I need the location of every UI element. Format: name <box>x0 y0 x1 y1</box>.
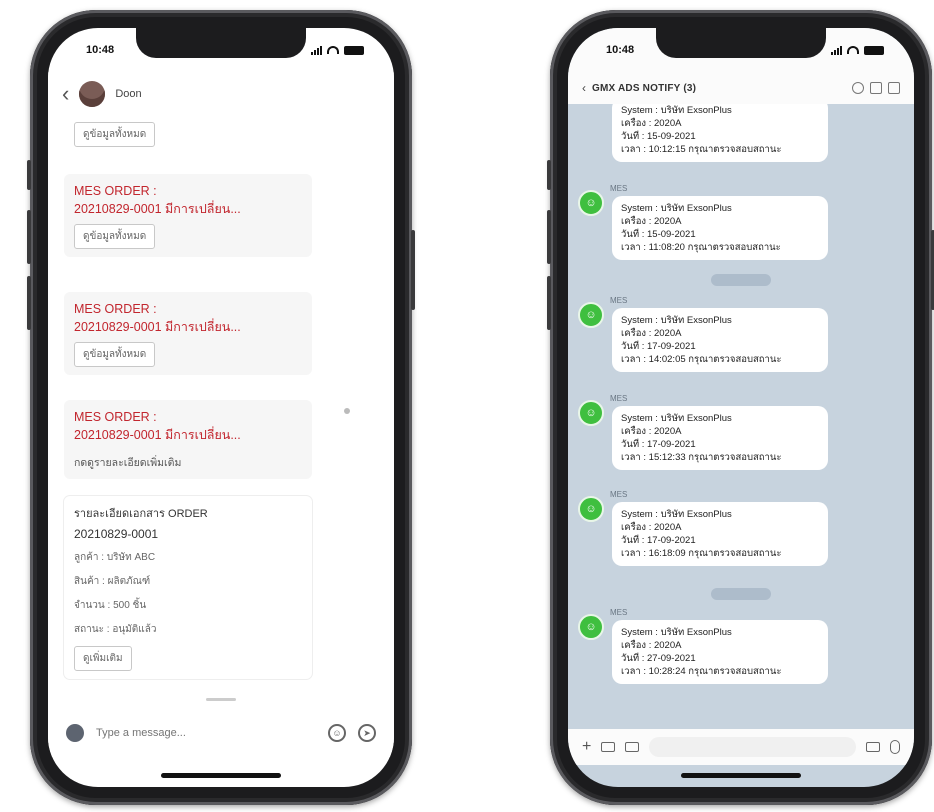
message-bubble: MES ORDER : 20210829-0001 มีการเปลี่ยน..… <box>64 174 312 257</box>
contact-name: Doon <box>115 88 142 100</box>
avatar[interactable] <box>79 81 106 107</box>
order-title: MES ORDER : <box>74 302 157 316</box>
order-detail: 20210829-0001 มีการเปลี่ยน... <box>74 202 241 216</box>
message-bubble: System : บริษัท ExsonPlus เครื่อง : 2020… <box>612 406 828 470</box>
notch <box>136 28 306 58</box>
see-more-button[interactable]: ดูเพิ่มเติม <box>74 646 132 671</box>
order-title: MES ORDER : <box>74 410 157 424</box>
home-indicator[interactable] <box>681 773 801 778</box>
avatar[interactable]: ☺ <box>578 190 604 216</box>
card-number: 20210829-0001 <box>74 527 159 541</box>
message-bubble: System : บริษัท ExsonPlus เครื่อง : 2020… <box>612 104 828 162</box>
see-more-text[interactable]: กดดูรายละเอียดเพิ่มเติม <box>74 454 302 471</box>
scroll-handle <box>206 698 236 701</box>
chat-list[interactable]: System : บริษัท ExsonPlus เครื่อง : 2020… <box>568 104 914 729</box>
notch <box>656 28 826 58</box>
sender-name: MES <box>610 394 628 403</box>
sender-name: MES <box>610 608 628 617</box>
status-time: 10:48 <box>86 44 115 56</box>
avatar[interactable]: ☺ <box>578 614 604 640</box>
group-title: GMX ADS NOTIFY (3) <box>592 82 697 94</box>
camera-icon[interactable] <box>601 742 616 752</box>
card-line: ลูกค้า : บริษัท ABC <box>74 552 156 563</box>
home-indicator[interactable] <box>161 773 281 778</box>
message-input[interactable] <box>96 727 316 739</box>
call-icon[interactable] <box>870 82 882 94</box>
power-button <box>411 230 415 310</box>
wifi-icon <box>847 46 859 54</box>
search-icon[interactable] <box>852 82 864 94</box>
order-title: MES ORDER : <box>74 184 157 198</box>
message-bubble: MES ORDER : 20210829-0001 มีการเปลี่ยน..… <box>64 400 312 479</box>
sender-name: MES <box>610 184 628 193</box>
message-composer: ☺ ➤ <box>48 709 394 757</box>
message-bubble: System : บริษัท ExsonPlus เครื่อง : 2020… <box>612 196 828 260</box>
mute-switch <box>547 160 551 190</box>
volume-down-button <box>27 276 31 330</box>
emoji-icon[interactable]: ☺ <box>328 724 346 742</box>
message-bubble: System : บริษัท ExsonPlus เครื่อง : 2020… <box>612 620 828 684</box>
screen-left: 10:48 ‹ Doon ดูข้อมูลทั้งหมด MES ORDER :… <box>48 28 394 787</box>
chat-list[interactable]: ดูข้อมูลทั้งหมด MES ORDER : 20210829-000… <box>48 116 394 705</box>
mic-icon[interactable] <box>890 740 900 754</box>
sender-name: MES <box>610 490 628 499</box>
back-arrow-icon[interactable]: ‹ <box>62 83 69 105</box>
volume-up-button <box>547 210 551 264</box>
date-separator <box>711 588 771 600</box>
order-detail: 20210829-0001 มีการเปลี่ยน... <box>74 320 241 334</box>
message-bubble: ดูข้อมูลทั้งหมด <box>64 116 312 147</box>
chat-header: ‹ Doon <box>48 72 394 116</box>
phone-right: 10:48 ‹ GMX ADS NOTIFY (3) System : บริษ… <box>547 10 934 805</box>
card-line: สินค้า : ผลิตภัณฑ์ <box>74 576 151 587</box>
date-separator <box>711 274 771 286</box>
scroll-indicator <box>344 408 350 414</box>
attach-icon[interactable] <box>66 724 84 742</box>
avatar[interactable]: ☺ <box>578 302 604 328</box>
card-title: รายละเอียดเอกสาร ORDER <box>74 508 208 520</box>
volume-down-button <box>547 276 551 330</box>
card-line: สถานะ : อนุมัติแล้ว <box>74 624 157 635</box>
view-all-button[interactable]: ดูข้อมูลทั้งหมด <box>74 122 156 147</box>
image-icon[interactable] <box>625 742 640 752</box>
message-composer: + <box>568 729 914 765</box>
avatar[interactable]: ☺ <box>578 496 604 522</box>
message-bubble: System : บริษัท ExsonPlus เครื่อง : 2020… <box>612 308 828 372</box>
message-bubble: MES ORDER : 20210829-0001 มีการเปลี่ยน..… <box>64 292 312 375</box>
status-time: 10:48 <box>606 44 635 56</box>
plus-icon[interactable]: + <box>582 738 591 756</box>
signal-icon <box>831 45 842 55</box>
avatar[interactable]: ☺ <box>578 400 604 426</box>
sticker-icon[interactable] <box>866 742 880 752</box>
back-arrow-icon[interactable]: ‹ <box>582 81 586 95</box>
menu-icon[interactable] <box>888 82 900 94</box>
order-card: รายละเอียดเอกสาร ORDER 20210829-0001 ลูก… <box>64 496 312 679</box>
card-line: จำนวน : 500 ชิ้น <box>74 600 147 611</box>
view-all-button[interactable]: ดูข้อมูลทั้งหมด <box>74 342 156 367</box>
sender-name: MES <box>610 296 628 305</box>
signal-icon <box>311 45 322 55</box>
chat-header: ‹ GMX ADS NOTIFY (3) <box>568 72 914 104</box>
battery-icon <box>344 45 364 55</box>
battery-icon <box>864 45 884 55</box>
view-all-button[interactable]: ดูข้อมูลทั้งหมด <box>74 224 156 249</box>
wifi-icon <box>327 46 339 54</box>
order-detail: 20210829-0001 มีการเปลี่ยน... <box>74 428 241 442</box>
message-input[interactable] <box>649 737 856 757</box>
message-bubble: System : บริษัท ExsonPlus เครื่อง : 2020… <box>612 502 828 566</box>
phone-left: 10:48 ‹ Doon ดูข้อมูลทั้งหมด MES ORDER :… <box>27 10 415 805</box>
screen-right: 10:48 ‹ GMX ADS NOTIFY (3) System : บริษ… <box>568 28 914 787</box>
send-icon[interactable]: ➤ <box>358 724 376 742</box>
volume-up-button <box>27 210 31 264</box>
mute-switch <box>27 160 31 190</box>
